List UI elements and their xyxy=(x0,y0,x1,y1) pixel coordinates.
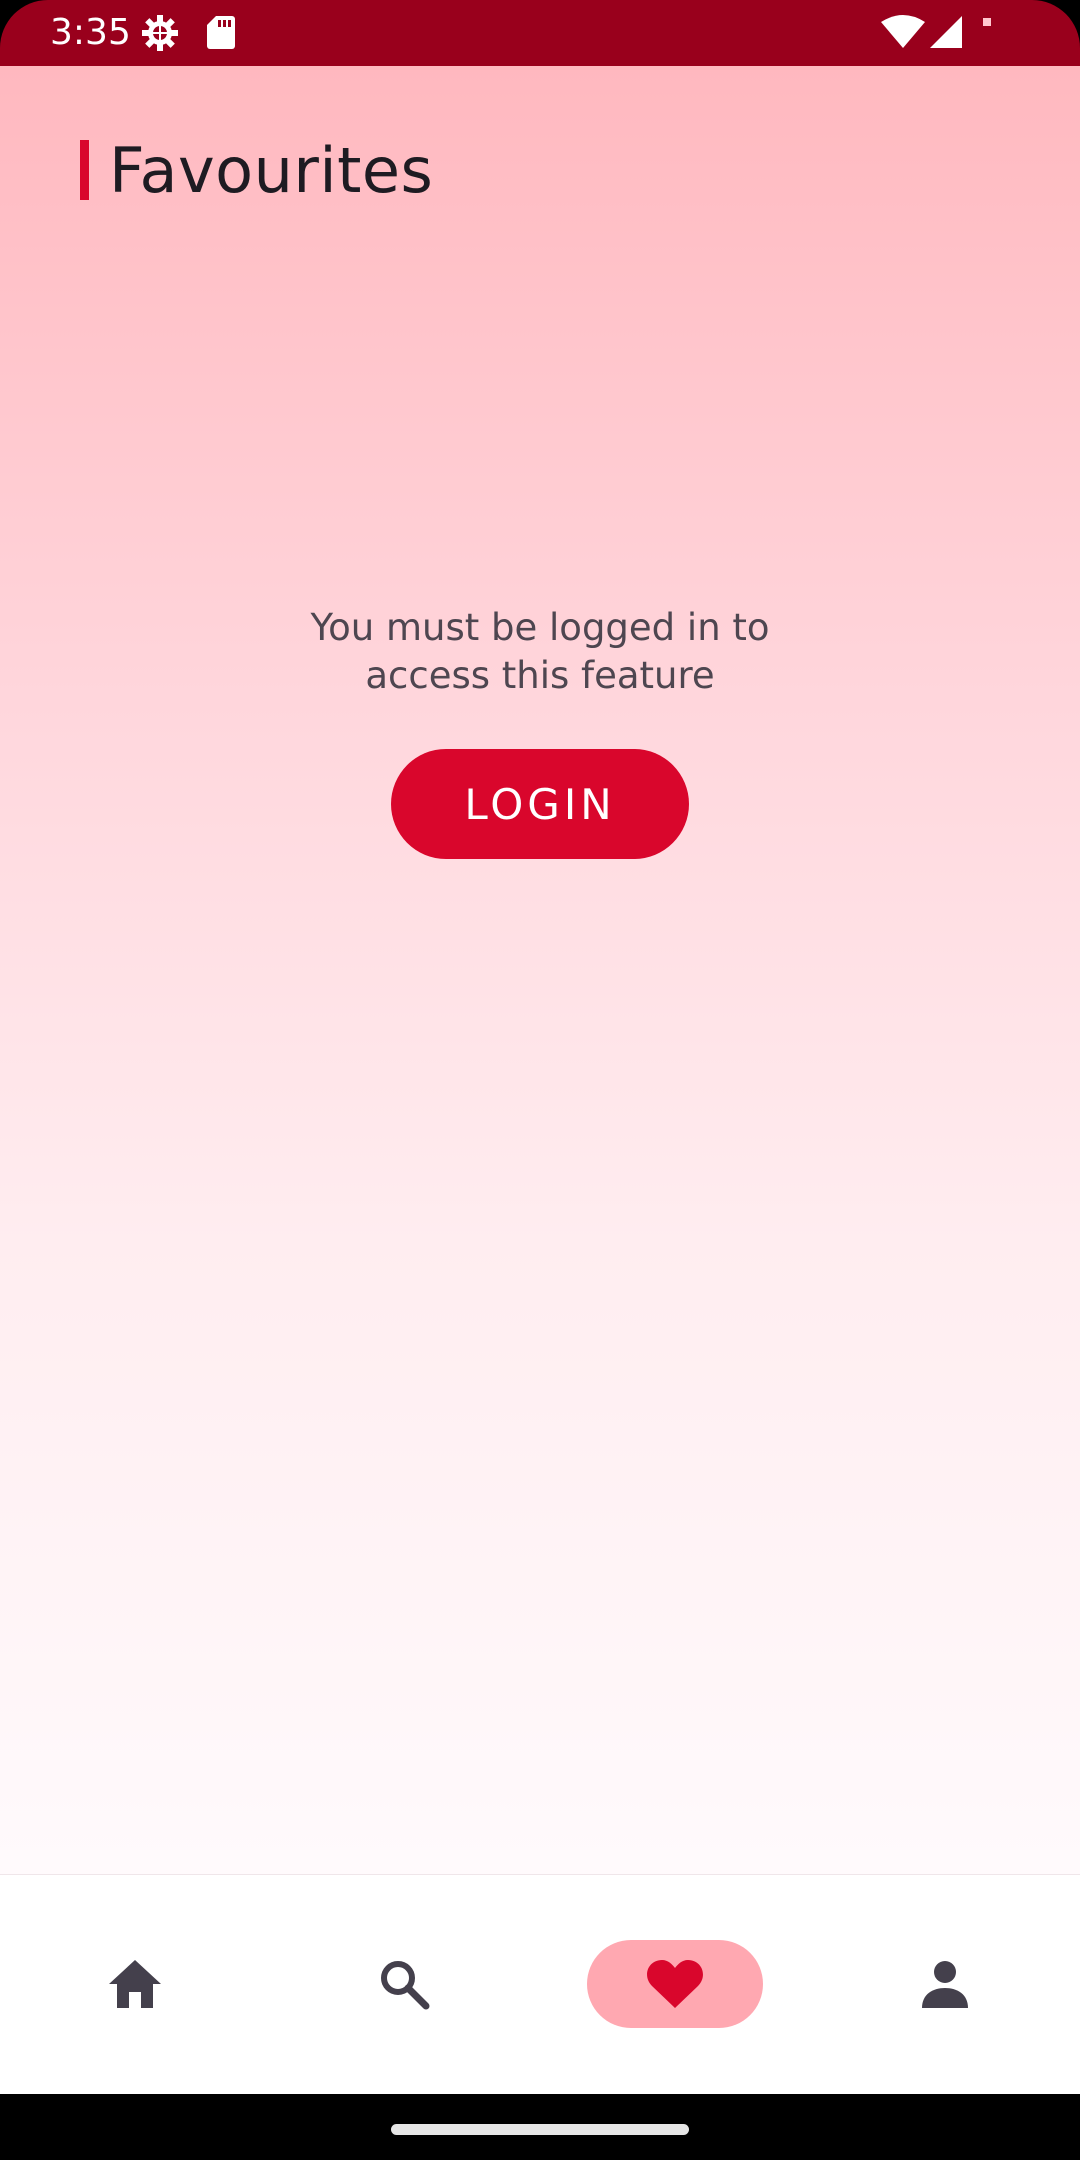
message-line-2: access this feature xyxy=(365,654,715,697)
gesture-handle[interactable] xyxy=(391,2124,689,2135)
system-gesture-bar xyxy=(0,2094,1080,2160)
nav-profile[interactable] xyxy=(919,1940,971,2028)
search-icon xyxy=(381,1961,430,2010)
status-bar: 3:35 xyxy=(0,0,1080,66)
settings-gear-icon xyxy=(140,13,180,58)
login-required-message: You must be logged in to access this fea… xyxy=(240,604,840,700)
wifi-icon xyxy=(880,14,926,55)
nav-search[interactable] xyxy=(378,1940,430,2028)
login-button[interactable]: LOGIN xyxy=(391,749,689,859)
person-icon xyxy=(922,1961,968,2008)
app-screen: 3:35 Favourites You must be logged in to… xyxy=(0,0,1080,2160)
home-icon xyxy=(109,1960,161,2008)
notification-dot-icon xyxy=(982,14,992,32)
bottom-navigation xyxy=(0,1874,1080,2095)
main-content: Favourites You must be logged in to acce… xyxy=(0,66,1080,1874)
title-accent-bar xyxy=(80,140,89,200)
sd-card-icon xyxy=(206,14,236,55)
cell-signal-icon xyxy=(928,14,964,55)
message-line-1: You must be logged in to xyxy=(310,606,770,649)
status-time: 3:35 xyxy=(50,12,131,53)
page-title: Favourites xyxy=(109,133,434,207)
heart-icon xyxy=(647,1960,703,2008)
nav-home[interactable] xyxy=(107,1940,163,2028)
page-header: Favourites xyxy=(80,134,433,207)
nav-favourites[interactable] xyxy=(587,1940,763,2028)
